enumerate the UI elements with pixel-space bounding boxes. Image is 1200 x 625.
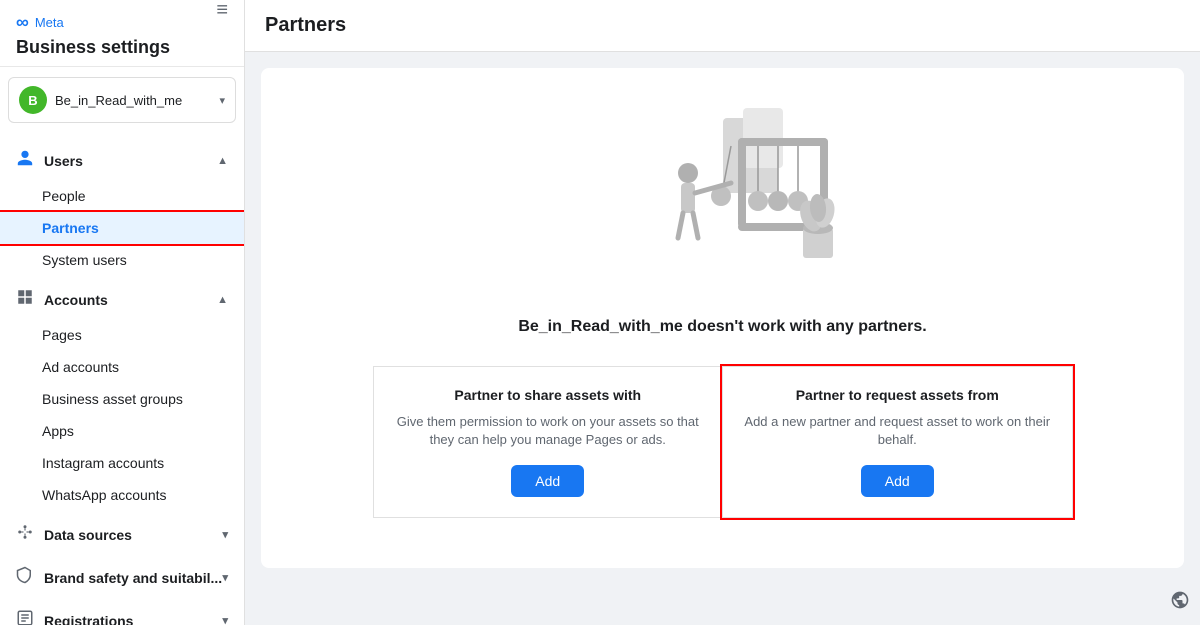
accounts-icon: [16, 288, 34, 311]
sidebar-item-ad-accounts[interactable]: Ad accounts: [0, 351, 244, 383]
sidebar-item-pages[interactable]: Pages: [0, 319, 244, 351]
sidebar-nav: Users ▲ People Partners System users Acc…: [0, 133, 244, 625]
page-title: Partners: [265, 14, 1180, 37]
sidebar-item-partners[interactable]: Partners: [0, 212, 244, 244]
partner-options-container: Partner to share assets with Give them p…: [373, 366, 1073, 518]
chevron-down-data-icon: ▾: [222, 528, 228, 541]
account-selector[interactable]: B Be_in_Read_with_me ▾: [8, 77, 236, 123]
nav-section-data-sources-header[interactable]: Data sources ▾: [0, 515, 244, 554]
nav-section-accounts-header[interactable]: Accounts ▲: [0, 280, 244, 319]
chevron-down-reg-icon: ▾: [222, 614, 228, 625]
partner-request-panel: Partner to request assets from Add a new…: [722, 366, 1073, 518]
nav-section-registrations-header[interactable]: Registrations ▾: [0, 601, 244, 625]
avatar: B: [19, 86, 47, 114]
empty-state-title: Be_in_Read_with_me doesn't work with any…: [281, 318, 1164, 336]
main-content: Partners: [245, 0, 1200, 625]
nav-section-accounts: Accounts ▲ Pages Ad accounts Business as…: [0, 280, 244, 511]
partners-card: Be_in_Read_with_me doesn't work with any…: [261, 68, 1184, 568]
sidebar-item-business-asset-groups[interactable]: Business asset groups: [0, 383, 244, 415]
chevron-down-icon: ▾: [219, 94, 225, 107]
partners-illustration: [583, 98, 863, 298]
partner-share-panel: Partner to share assets with Give them p…: [373, 366, 723, 518]
partner-request-title: Partner to request assets from: [743, 387, 1052, 403]
sidebar-item-apps[interactable]: Apps: [0, 415, 244, 447]
account-name: Be_in_Read_with_me: [55, 93, 211, 108]
chevron-up-accounts-icon: ▲: [217, 294, 228, 306]
main-body: Be_in_Read_with_me doesn't work with any…: [245, 52, 1200, 625]
nav-section-registrations: Registrations ▾: [0, 601, 244, 625]
registrations-icon: [16, 609, 34, 625]
sidebar: ∞ Meta ≡ Business settings B Be_in_Read_…: [0, 0, 245, 625]
nav-section-accounts-label: Accounts: [44, 292, 108, 308]
meta-infinity-icon: ∞: [16, 12, 29, 33]
sidebar-item-whatsapp-accounts[interactable]: WhatsApp accounts: [0, 479, 244, 511]
partner-request-description: Add a new partner and request asset to w…: [743, 413, 1052, 449]
users-icon: [16, 149, 34, 172]
nav-section-users: Users ▲ People Partners System users: [0, 141, 244, 276]
nav-section-brand-safety: Brand safety and suitabil... ▾: [0, 558, 244, 597]
brand-safety-icon: [16, 566, 34, 589]
nav-section-users-label: Users: [44, 153, 83, 169]
chevron-up-icon: ▲: [217, 155, 228, 167]
sidebar-item-instagram-accounts[interactable]: Instagram accounts: [0, 447, 244, 479]
nav-section-data-sources: Data sources ▾: [0, 515, 244, 554]
sidebar-item-system-users[interactable]: System users: [0, 244, 244, 276]
sidebar-header: ∞ Meta ≡ Business settings: [0, 0, 244, 67]
nav-section-registrations-label: Registrations: [44, 613, 133, 625]
business-settings-title: Business settings: [16, 37, 228, 58]
globe-icon-container: [1170, 590, 1190, 615]
nav-section-brand-safety-header[interactable]: Brand safety and suitabil... ▾: [0, 558, 244, 597]
nav-section-data-sources-label: Data sources: [44, 527, 132, 543]
sidebar-item-people[interactable]: People: [0, 180, 244, 212]
data-sources-icon: [16, 523, 34, 546]
meta-logo-text: Meta: [35, 15, 64, 30]
partner-request-add-button[interactable]: Add: [861, 465, 934, 497]
globe-icon[interactable]: [1170, 594, 1190, 614]
nav-section-brand-safety-label: Brand safety and suitabil...: [44, 570, 222, 586]
nav-section-users-header[interactable]: Users ▲: [0, 141, 244, 180]
hamburger-icon[interactable]: ≡: [216, 0, 228, 22]
main-header: Partners: [245, 0, 1200, 52]
meta-logo: ∞ Meta ≡: [16, 12, 228, 33]
partner-share-description: Give them permission to work on your ass…: [394, 413, 703, 449]
partner-share-title: Partner to share assets with: [394, 387, 703, 403]
chevron-down-brand-icon: ▾: [222, 571, 228, 584]
partner-share-add-button[interactable]: Add: [511, 465, 584, 497]
